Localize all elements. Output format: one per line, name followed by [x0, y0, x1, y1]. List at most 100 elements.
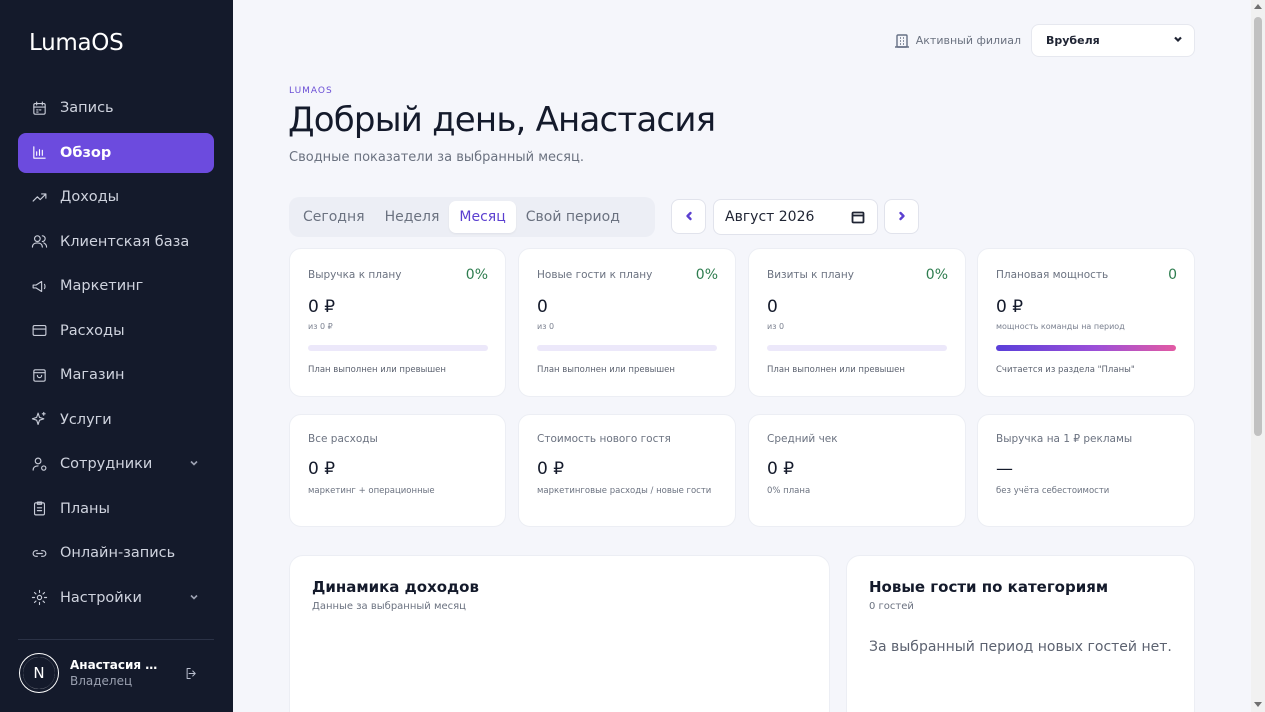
settings-gear-icon: [30, 589, 48, 607]
scroll-down-arrow-icon[interactable]: [1254, 702, 1262, 707]
kpi-card-new-guests-plan: Новые гости к плану 0% 0 из 0 План выпол…: [518, 248, 736, 397]
kpi-sub: из 0 ₽: [308, 322, 333, 331]
sidebar-item-label: Доходы: [60, 189, 120, 205]
tab-custom-period[interactable]: Свой период: [516, 201, 630, 233]
sidebar-item-label: Услуги: [60, 411, 112, 428]
kpi-sub: из 0: [537, 322, 555, 331]
sidebar-item-clients[interactable]: Клиентская база: [18, 222, 214, 262]
kpi-title: Выручка к плану: [308, 269, 402, 281]
kpi-foot: План выполнен или превышен: [537, 365, 675, 375]
chevron-left-icon: [683, 207, 695, 226]
empty-state-text: За выбранный период новых гостей нет.: [869, 639, 1172, 655]
sidebar-item-label: Расходы: [60, 322, 125, 339]
branch-select[interactable]: Врубеля: [1031, 24, 1195, 57]
page-scrollbar[interactable]: [1251, 0, 1265, 712]
kpi-value: 0: [767, 297, 778, 317]
bar-chart-icon: [30, 144, 48, 162]
scroll-up-arrow-icon[interactable]: [1254, 4, 1262, 9]
sidebar-item-expenses[interactable]: Расходы: [18, 311, 214, 351]
branch-switcher: Активный филиал Врубеля: [894, 24, 1195, 57]
link-icon: [30, 544, 48, 562]
user-profile[interactable]: N Анастасия Же... Владелец: [20, 654, 214, 692]
kpi-card-visits-plan: Визиты к плану 0% 0 из 0 План выполнен и…: [748, 248, 966, 397]
logout-icon[interactable]: [184, 666, 200, 682]
sidebar-item-label: Магазин: [60, 367, 125, 383]
month-picker[interactable]: Август 2026: [713, 199, 878, 235]
tab-today[interactable]: Сегодня: [293, 201, 375, 233]
kpi-foot: План выполнен или превышен: [767, 365, 905, 375]
kpi-sub: мощность команды на период: [996, 322, 1125, 331]
sidebar-item-marketing[interactable]: Маркетинг: [18, 266, 214, 306]
kpi-card-revenue-plan: Выручка к плану 0% 0 ₽ из 0 ₽ План выпол…: [289, 248, 506, 397]
kpi-sub: 0% плана: [767, 486, 811, 496]
sidebar-item-label: Планы: [60, 500, 110, 517]
kpi-value: 0 ₽: [767, 459, 795, 479]
kpi-card-all-expenses: Все расходы 0 ₽ маркетинг + операционные: [289, 414, 506, 527]
building-icon: [894, 33, 910, 49]
chevron-right-icon: [896, 207, 908, 226]
prev-period-button[interactable]: [671, 199, 706, 234]
avatar[interactable]: N: [20, 654, 58, 692]
kpi-progress-bar: [996, 345, 1176, 351]
scrollbar-thumb[interactable]: [1254, 17, 1262, 436]
kpi-value: 0 ₽: [537, 459, 565, 479]
calendar-icon: [30, 99, 48, 117]
calendar-icon[interactable]: [851, 210, 865, 224]
user-cog-icon: [30, 455, 48, 473]
clipboard-icon: [30, 500, 48, 518]
sidebar-item-shop[interactable]: Магазин: [18, 355, 214, 395]
kpi-sub: маркетинг + операционные: [308, 486, 435, 496]
sidebar-item-plans[interactable]: Планы: [18, 489, 214, 529]
income-dynamics-panel: Динамика доходов Данные за выбранный мес…: [289, 555, 830, 712]
brand-logo[interactable]: LumaOS: [29, 30, 124, 56]
kpi-title: Стоимость нового гостя: [537, 433, 671, 445]
sidebar-item-settings[interactable]: Настройки: [18, 578, 214, 618]
kpi-title: Выручка на 1 ₽ рекламы: [996, 433, 1133, 445]
kpi-card-revenue-per-ad-ruble: Выручка на 1 ₽ рекламы — без учёта себес…: [977, 414, 1195, 527]
sidebar-item-label: Запись: [60, 100, 114, 116]
tab-month[interactable]: Месяц: [449, 201, 516, 233]
period-tabs: Сегодня Неделя Месяц Свой период: [289, 197, 655, 237]
kpi-card-planned-capacity: Плановая мощность 0 0 ₽ мощность команды…: [977, 248, 1195, 397]
kpi-title: Визиты к плану: [767, 269, 854, 281]
main-content: Активный филиал Врубеля LUMAOS Добрый де…: [233, 0, 1251, 712]
kpi-title: Новые гости к плану: [537, 269, 653, 281]
month-picker-value: Август 2026: [725, 209, 815, 225]
kpi-value: 0 ₽: [996, 297, 1024, 317]
user-info: Анастасия Же... Владелец: [70, 658, 170, 688]
sidebar-item-staff[interactable]: Сотрудники: [18, 444, 214, 484]
kpi-foot: План выполнен или превышен: [308, 365, 446, 375]
sidebar-item-obzor[interactable]: Обзор: [18, 132, 214, 173]
kpi-sub: без учёта себестоимости: [996, 486, 1110, 496]
chevron-down-icon: [188, 591, 200, 603]
kpi-card-new-guest-cost: Стоимость нового гостя 0 ₽ маркетинговые…: [518, 414, 736, 527]
sidebar-item-label: Сотрудники: [60, 456, 153, 472]
kpi-title: Все расходы: [308, 433, 378, 445]
sidebar-item-online-booking[interactable]: Онлайн-запись: [18, 533, 214, 573]
sidebar-divider: [18, 639, 214, 640]
sparkles-icon: [30, 411, 48, 429]
kpi-progress-bar: [308, 345, 488, 351]
sidebar-item-label: Обзор: [60, 144, 112, 161]
next-period-button[interactable]: [884, 199, 919, 234]
sidebar-item-services[interactable]: Услуги: [18, 400, 214, 440]
user-role: Владелец: [70, 674, 133, 688]
sidebar: LumaOS Запись Обзор Доходы Клиентская ба…: [0, 0, 233, 712]
sidebar-item-label: Онлайн-запись: [60, 545, 176, 561]
chevron-down-icon: [188, 457, 200, 469]
avatar-initial: N: [23, 657, 55, 689]
kpi-percent: 0%: [465, 267, 488, 283]
kpi-value: —: [996, 459, 1013, 479]
kpi-percent: 0%: [695, 267, 718, 283]
kpi-value: 0 ₽: [308, 297, 336, 317]
megaphone-icon: [30, 277, 48, 295]
tab-week[interactable]: Неделя: [375, 201, 450, 233]
kpi-title: Средний чек: [767, 433, 838, 445]
kpi-card-average-check: Средний чек 0 ₽ 0% плана: [748, 414, 966, 527]
sidebar-item-label: Настройки: [60, 589, 142, 606]
page-subtitle: Сводные показатели за выбранный месяц.: [289, 150, 584, 165]
sidebar-item-zapis[interactable]: Запись: [18, 88, 214, 128]
kpi-sub: маркетинговые расходы / новые гости: [537, 486, 712, 496]
branch-select-value: Врубеля: [1046, 34, 1100, 47]
sidebar-item-dohody[interactable]: Доходы: [18, 177, 214, 217]
